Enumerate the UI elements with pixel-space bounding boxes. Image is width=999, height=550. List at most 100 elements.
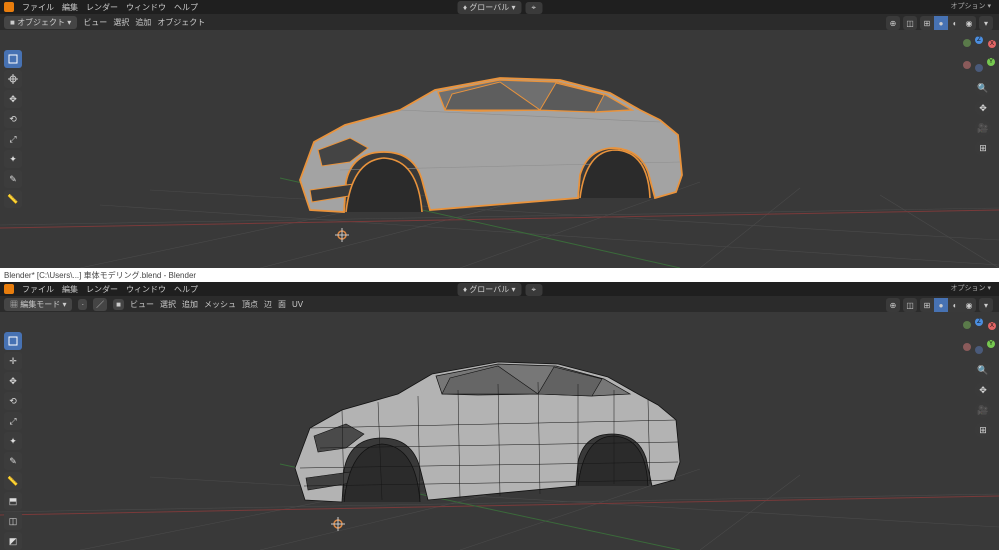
menu-object[interactable]: オブジェクト xyxy=(157,17,205,28)
menu-view[interactable]: ビュー xyxy=(130,299,154,310)
edge-select-mode[interactable]: ／ xyxy=(93,298,107,311)
tool-rotate[interactable]: ⟲ xyxy=(4,110,22,128)
tool-transform[interactable]: ✦ xyxy=(4,432,22,450)
persp-icon[interactable]: ⊞ xyxy=(975,422,991,438)
overlays-toggle[interactable]: ⊕ xyxy=(886,16,900,30)
tool-select-box[interactable] xyxy=(4,332,22,350)
face-select-mode[interactable]: ■ xyxy=(113,299,124,310)
menu-file[interactable]: ファイル xyxy=(22,2,54,13)
menu-uv[interactable]: UV xyxy=(292,300,303,309)
shading-options[interactable]: ▾ xyxy=(979,298,993,312)
orientation-dropdown[interactable]: ♦ グローバル ▾ xyxy=(457,283,521,296)
shading-material[interactable]: ◐ xyxy=(948,298,962,312)
axis-neg-z[interactable] xyxy=(975,64,983,72)
axis-y[interactable]: Y xyxy=(987,340,995,348)
orientation-dropdown[interactable]: ♦ グローバル ▾ xyxy=(457,1,521,14)
menu-edit[interactable]: 編集 xyxy=(62,2,78,13)
blender-logo-icon xyxy=(4,2,14,12)
pan-icon[interactable]: ✥ xyxy=(975,100,991,116)
tool-move[interactable]: ✥ xyxy=(4,372,22,390)
shading-wireframe[interactable]: ⊞ xyxy=(920,16,934,30)
axis-x[interactable]: X xyxy=(988,322,996,330)
window-stats: オプション ▾ xyxy=(951,1,991,11)
tool-inset[interactable]: ◫ xyxy=(4,512,22,530)
viewport-panel-top: ファイル 編集 レンダー ウィンドウ ヘルプ オプション ▾ ■ オブジェクト … xyxy=(0,0,999,268)
menu-help[interactable]: ヘルプ xyxy=(174,284,198,295)
persp-icon[interactable]: ⊞ xyxy=(975,140,991,156)
menu-add[interactable]: 追加 xyxy=(135,17,151,28)
menu-vertex[interactable]: 頂点 xyxy=(242,299,258,310)
viewport-3d[interactable] xyxy=(0,312,999,550)
tool-move[interactable]: ✥ xyxy=(4,90,22,108)
menu-window[interactable]: ウィンドウ xyxy=(126,284,166,295)
zoom-icon[interactable]: 🔍 xyxy=(975,80,991,96)
tool-cursor[interactable] xyxy=(4,70,22,88)
car-mesh-object[interactable] xyxy=(300,78,682,212)
shading-mode-group: ⊞ ● ◐ ◉ xyxy=(920,298,976,312)
shading-solid[interactable]: ● xyxy=(934,16,948,30)
shading-rendered[interactable]: ◉ xyxy=(962,16,976,30)
tool-cursor[interactable]: ✛ xyxy=(4,352,22,370)
xray-toggle[interactable]: ◫ xyxy=(903,16,917,30)
shading-options[interactable]: ▾ xyxy=(979,16,993,30)
camera-icon[interactable]: 🎥 xyxy=(975,402,991,418)
tool-scale[interactable]: ⤢ xyxy=(4,412,22,430)
tool-extrude[interactable]: ⬒ xyxy=(4,492,22,510)
menu-help[interactable]: ヘルプ xyxy=(174,2,198,13)
menu-add[interactable]: 追加 xyxy=(182,299,198,310)
viewport-3d[interactable] xyxy=(0,30,999,268)
menu-window[interactable]: ウィンドウ xyxy=(126,2,166,13)
menu-mesh[interactable]: メッシュ xyxy=(204,299,236,310)
tool-select-box[interactable] xyxy=(4,50,22,68)
axis-z[interactable]: Z xyxy=(975,318,983,326)
tool-rotate[interactable]: ⟲ xyxy=(4,392,22,410)
tool-annotate[interactable]: ✎ xyxy=(4,452,22,470)
shading-solid[interactable]: ● xyxy=(934,298,948,312)
overlays-toggle[interactable]: ⊕ xyxy=(886,298,900,312)
menu-render[interactable]: レンダー xyxy=(86,2,118,13)
camera-icon[interactable]: 🎥 xyxy=(975,120,991,136)
car-mesh-edit[interactable] xyxy=(295,362,680,502)
pan-icon[interactable]: ✥ xyxy=(975,382,991,398)
tool-measure[interactable]: 📏 xyxy=(4,190,22,208)
shading-material[interactable]: ◐ xyxy=(948,16,962,30)
menu-render[interactable]: レンダー xyxy=(86,284,118,295)
zoom-icon[interactable]: 🔍 xyxy=(975,362,991,378)
snap-toggle[interactable]: ⌖ xyxy=(525,2,542,14)
axis-neg-x[interactable] xyxy=(963,61,971,69)
vertex-select-mode[interactable]: · xyxy=(78,299,87,310)
orbit-gizmo[interactable]: Z X Y xyxy=(961,36,997,72)
menu-edit[interactable]: 編集 xyxy=(62,284,78,295)
shading-rendered[interactable]: ◉ xyxy=(962,298,976,312)
tool-transform[interactable]: ✦ xyxy=(4,150,22,168)
axis-neg-y[interactable] xyxy=(963,39,971,47)
mode-selector[interactable]: ▦ 編集モード ▾ xyxy=(4,298,72,311)
shading-wireframe[interactable]: ⊞ xyxy=(920,298,934,312)
tool-shelf: ✥ ⟲ ⤢ ✦ ✎ 📏 xyxy=(4,50,22,208)
menu-edge[interactable]: 辺 xyxy=(264,299,272,310)
snap-toggle[interactable]: ⌖ xyxy=(525,284,542,296)
tool-annotate[interactable]: ✎ xyxy=(4,170,22,188)
orbit-gizmo[interactable]: Z X Y xyxy=(961,318,997,354)
cursor-3d-icon xyxy=(335,228,349,242)
axis-y[interactable]: Y xyxy=(987,58,995,66)
menu-select[interactable]: 選択 xyxy=(160,299,176,310)
window-titlebar: Blender* [C:\Users\...] 車体モデリング.blend - … xyxy=(0,268,999,282)
menu-select[interactable]: 選択 xyxy=(113,17,129,28)
axis-z[interactable]: Z xyxy=(975,36,983,44)
mode-selector[interactable]: ■ オブジェクト ▾ xyxy=(4,16,77,29)
menu-face[interactable]: 面 xyxy=(278,299,286,310)
viewport-scene xyxy=(0,30,999,268)
axis-neg-z[interactable] xyxy=(975,346,983,354)
menu-view[interactable]: ビュー xyxy=(83,17,107,28)
axis-neg-y[interactable] xyxy=(963,321,971,329)
tool-bevel[interactable]: ◩ xyxy=(4,532,22,550)
menu-file[interactable]: ファイル xyxy=(22,284,54,295)
tool-scale[interactable]: ⤢ xyxy=(4,130,22,148)
axis-x[interactable]: X xyxy=(988,40,996,48)
viewport-toolbar: ■ オブジェクト ▾ ビュー 選択 追加 オブジェクト ♦ グローバル ▾ ⌖ … xyxy=(0,14,999,30)
blender-logo-icon xyxy=(4,284,14,294)
axis-neg-x[interactable] xyxy=(963,343,971,351)
xray-toggle[interactable]: ◫ xyxy=(903,298,917,312)
tool-measure[interactable]: 📏 xyxy=(4,472,22,490)
